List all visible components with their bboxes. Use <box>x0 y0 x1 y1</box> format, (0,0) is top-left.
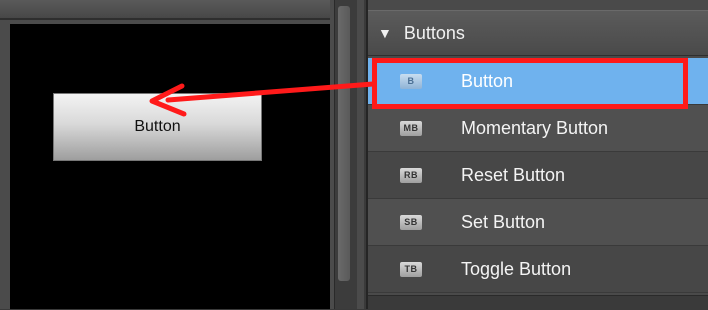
annotation-drag-arrow <box>149 81 376 117</box>
